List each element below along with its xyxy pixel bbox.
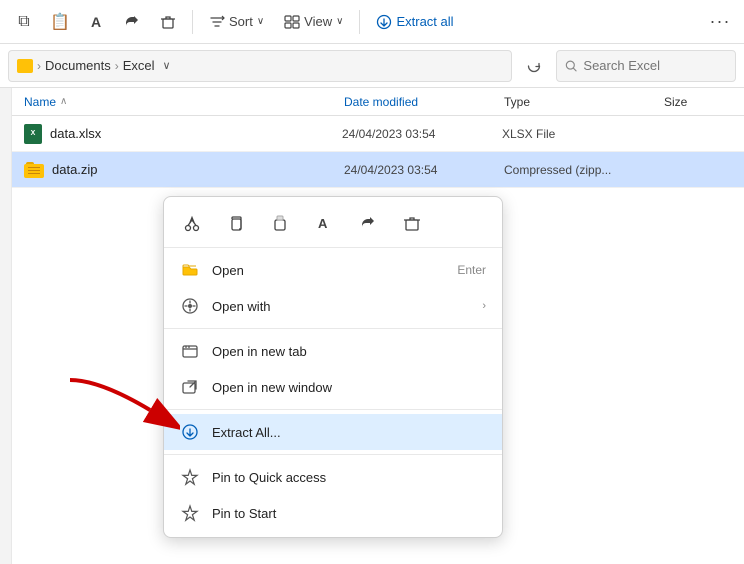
context-new-window[interactable]: Open in new window [164, 369, 502, 405]
name-sort-arrow: ∧ [60, 96, 67, 107]
view-chevron: ∨ [336, 16, 343, 27]
view-label: View [304, 14, 332, 29]
extract-label: Extract All... [212, 425, 486, 440]
context-extract[interactable]: Extract All... [164, 414, 502, 450]
pin-start-label: Pin to Start [212, 506, 486, 521]
main-toolbar: ⧉ 📋 A Sort ∨ View ∨ [0, 0, 744, 44]
context-divider-3 [164, 454, 502, 455]
context-new-tab[interactable]: Open in new tab [164, 333, 502, 369]
delete-ctx-icon[interactable] [396, 207, 428, 239]
open-icon [180, 260, 200, 280]
context-pin-start[interactable]: Pin to Start [164, 495, 502, 531]
pin-start-icon [180, 503, 200, 523]
breadcrumb-dropdown-icon: ∨ [163, 59, 171, 72]
context-menu: A Open Enter [163, 196, 503, 538]
breadcrumb[interactable]: › Documents › Excel ∨ [8, 50, 512, 82]
sort-button[interactable]: Sort ∨ [201, 10, 272, 34]
file-type-xlsx: XLSX File [502, 127, 662, 141]
file-date-zip: 24/04/2023 03:54 [344, 163, 504, 177]
breadcrumb-excel: Excel [123, 58, 155, 73]
context-divider-2 [164, 409, 502, 410]
divider [192, 10, 193, 34]
breadcrumb-sep2: › [115, 59, 119, 73]
search-input[interactable] [583, 58, 727, 73]
sort-chevron: ∨ [257, 16, 264, 27]
open-label: Open [212, 263, 445, 278]
context-open[interactable]: Open Enter [164, 252, 502, 288]
pin-quick-icon [180, 467, 200, 487]
open-with-arrow: › [482, 300, 486, 312]
open-shortcut: Enter [457, 263, 486, 277]
col-size-header[interactable]: Size [664, 95, 744, 109]
file-type-zip: Compressed (zipp... [504, 163, 664, 177]
zip-icon [24, 160, 44, 180]
file-name-zip: data.zip [52, 162, 344, 177]
sort-label: Sort [229, 14, 253, 29]
context-open-with[interactable]: Open with › [164, 288, 502, 324]
svg-text:A: A [318, 216, 328, 231]
context-pin-quick[interactable]: Pin to Quick access [164, 459, 502, 495]
file-name-xlsx: data.xlsx [50, 126, 342, 141]
new-window-label: Open in new window [212, 380, 486, 395]
file-date-xlsx: 24/04/2023 03:54 [342, 127, 502, 141]
context-divider-1 [164, 328, 502, 329]
sidebar [0, 88, 12, 564]
col-date-header[interactable]: Date modified [344, 95, 504, 109]
extract-all-label: Extract all [396, 14, 453, 29]
paste-ctx-icon[interactable] [264, 207, 296, 239]
view-button[interactable]: View ∨ [276, 10, 351, 34]
copy-ctx-icon[interactable] [220, 207, 252, 239]
col-type-header[interactable]: Type [504, 95, 664, 109]
column-headers: Name ∧ Date modified Type Size [12, 88, 744, 116]
address-bar: › Documents › Excel ∨ [0, 44, 744, 88]
open-with-label: Open with [212, 299, 470, 314]
new-window-icon [180, 377, 200, 397]
folder-icon [17, 59, 33, 73]
table-row[interactable]: data.zip 24/04/2023 03:54 Compressed (zi… [12, 152, 744, 188]
share-ctx-icon[interactable] [352, 207, 384, 239]
delete-icon[interactable] [152, 6, 184, 38]
extract-all-button[interactable]: Extract all [368, 10, 461, 34]
refresh-button[interactable] [520, 52, 548, 80]
new-tab-label: Open in new tab [212, 344, 486, 359]
search-box[interactable] [556, 50, 736, 82]
new-tab-icon [180, 341, 200, 361]
table-row[interactable]: X data.xlsx 24/04/2023 03:54 XLSX File [12, 116, 744, 152]
search-icon [565, 59, 577, 73]
more-button[interactable]: ··· [704, 6, 736, 38]
breadcrumb-sep1: › [37, 59, 41, 73]
extract-icon [180, 422, 200, 442]
open-with-icon [180, 296, 200, 316]
cut-icon[interactable] [176, 207, 208, 239]
xlsx-icon: X [24, 124, 42, 144]
breadcrumb-docs: Documents [45, 58, 111, 73]
col-name-header[interactable]: Name ∧ [24, 95, 344, 109]
pin-quick-label: Pin to Quick access [212, 470, 486, 485]
font-icon[interactable]: A [80, 6, 112, 38]
divider2 [359, 10, 360, 34]
paste-icon[interactable]: 📋 [44, 6, 76, 38]
context-toolbar: A [164, 203, 502, 248]
copy-icon[interactable]: ⧉ [8, 6, 40, 38]
rename-ctx-icon[interactable]: A [308, 207, 340, 239]
share-icon[interactable] [116, 6, 148, 38]
